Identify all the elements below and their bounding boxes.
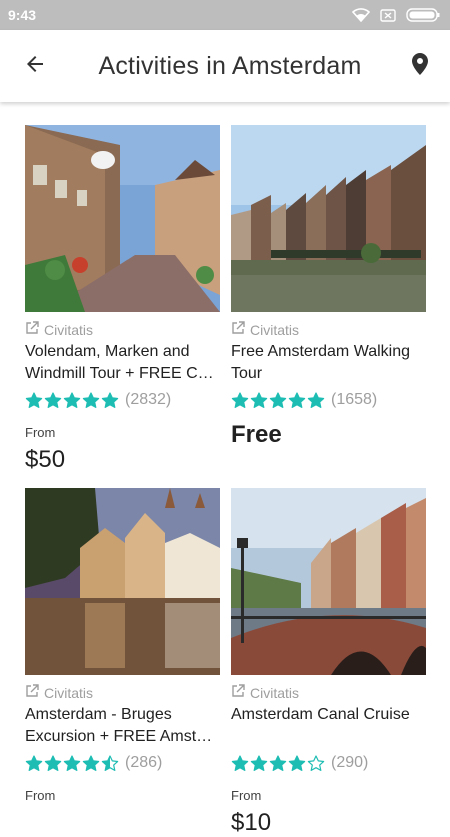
star-filled-icon <box>25 755 43 771</box>
star-filled-icon <box>25 392 43 408</box>
activity-image <box>231 488 426 675</box>
star-filled-icon <box>269 392 287 408</box>
price: Free <box>231 421 282 448</box>
provider-row: Civitatis <box>25 320 220 340</box>
status-time: 9:43 <box>8 7 37 23</box>
from-label: From <box>25 788 56 803</box>
star-rating <box>231 391 325 409</box>
star-filled-icon <box>307 392 325 408</box>
star-filled-icon <box>63 392 81 408</box>
activities-grid: Civitatis Volendam, Marken and Windmill … <box>25 125 426 837</box>
review-count: (286) <box>125 754 163 771</box>
from-label: From <box>231 788 262 803</box>
app-bar: Activities in Amsterdam <box>0 30 450 102</box>
star-rating <box>231 754 325 772</box>
activity-title: Amsterdam Canal Cruise <box>231 706 410 723</box>
back-button[interactable] <box>0 30 70 102</box>
rating-row: (290) <box>231 752 426 774</box>
star-half-icon <box>101 755 119 771</box>
rating-row: (286) <box>25 752 220 774</box>
provider-name: Civitatis <box>250 685 300 701</box>
page-title: Activities in Amsterdam <box>98 51 362 80</box>
activity-title: Amsterdam - Bruges Excursion + FREE Amst… <box>25 706 213 745</box>
price: $50 <box>25 446 66 473</box>
wifi-icon <box>352 8 370 22</box>
star-rating <box>25 391 119 409</box>
provider-name: Civitatis <box>44 685 94 701</box>
activity-image <box>231 125 426 312</box>
external-link-icon <box>231 320 245 340</box>
review-count: (2832) <box>125 391 172 408</box>
activity-image <box>25 125 220 312</box>
star-filled-icon <box>44 392 62 408</box>
activity-title: Free Amsterdam Walking Tour <box>231 343 411 382</box>
provider-row: Civitatis <box>231 683 426 703</box>
star-filled-icon <box>82 755 100 771</box>
arrow-left-icon <box>23 52 47 81</box>
star-filled-icon <box>231 755 249 771</box>
review-count: (290) <box>331 754 369 771</box>
status-icons <box>352 8 440 22</box>
activity-card-walking-tour[interactable]: Civitatis Free Amsterdam Walking Tour (1… <box>231 125 426 474</box>
star-filled-icon <box>288 392 306 408</box>
star-filled-icon <box>101 392 119 408</box>
external-link-icon <box>25 683 39 703</box>
activity-card-canal-cruise[interactable]: Civitatis Amsterdam Canal Cruise (290) F… <box>231 488 426 837</box>
star-rating <box>25 754 119 772</box>
star-filled-icon <box>269 755 287 771</box>
rating-row: (2832) <box>25 389 220 411</box>
location-pin-icon <box>411 52 429 81</box>
star-empty-icon <box>307 755 325 771</box>
star-filled-icon <box>44 755 62 771</box>
activity-image <box>25 488 220 675</box>
activity-title: Volendam, Marken and Windmill Tour + FRE… <box>25 343 214 382</box>
star-filled-icon <box>82 392 100 408</box>
price: $10 <box>231 809 272 836</box>
provider-row: Civitatis <box>231 320 426 340</box>
battery-icon <box>406 8 440 22</box>
from-label: From <box>25 425 56 440</box>
activity-card-bruges[interactable]: Civitatis Amsterdam - Bruges Excursion +… <box>25 488 220 837</box>
star-filled-icon <box>250 392 268 408</box>
star-filled-icon <box>231 392 249 408</box>
no-sim-icon <box>380 8 396 22</box>
status-bar: 9:43 <box>0 0 450 30</box>
activity-card-volendam[interactable]: Civitatis Volendam, Marken and Windmill … <box>25 125 220 474</box>
star-filled-icon <box>250 755 268 771</box>
rating-row: (1658) <box>231 389 426 411</box>
provider-name: Civitatis <box>44 322 94 338</box>
star-filled-icon <box>63 755 81 771</box>
map-button[interactable] <box>390 30 450 102</box>
external-link-icon <box>231 683 245 703</box>
external-link-icon <box>25 320 39 340</box>
star-filled-icon <box>288 755 306 771</box>
provider-row: Civitatis <box>25 683 220 703</box>
review-count: (1658) <box>331 391 378 408</box>
provider-name: Civitatis <box>250 322 300 338</box>
